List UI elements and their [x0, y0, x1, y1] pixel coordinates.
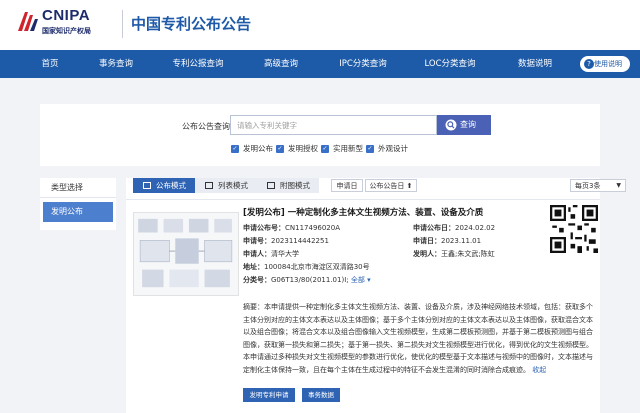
tab-label: 列表模式	[218, 181, 248, 190]
field-value: 2023.11.01	[441, 237, 482, 245]
checkbox-checked-icon: ✓	[321, 145, 329, 153]
search-panel: 公布公告查询 查询 ✓ 发明公布 ✓ 发明授权 ✓ 实用新型 ✓ 外观设计	[40, 104, 600, 166]
result-abstract: 摘要：本申请提供一种定制化多主体文生视频方法、装置、设备及介质，涉及神经网络技术…	[243, 301, 599, 376]
chevron-down-icon: ▼	[616, 182, 621, 189]
field-label: 申请号：	[243, 237, 271, 245]
address: 地址：100084北京市海淀区双清路30号	[243, 262, 370, 272]
chevron-down-icon: ▾	[364, 276, 371, 284]
grid-icon	[143, 182, 151, 189]
field-label: 地址：	[243, 263, 264, 271]
tab-label: 公布模式	[156, 181, 186, 190]
filter-invention-grant[interactable]: ✓ 发明授权	[276, 143, 318, 155]
filter-label: 实用新型	[333, 144, 363, 153]
field-label: 申请公布日：	[413, 224, 455, 232]
sort-publication-date[interactable]: 公布公告日 ⬆	[365, 179, 417, 192]
list-icon	[205, 182, 213, 189]
help-label: 使用说明	[594, 60, 622, 68]
per-page-select[interactable]: 每页3条 ▼	[570, 179, 626, 192]
tab-list-view[interactable]: 列表模式	[195, 178, 257, 193]
filter-label: 发明授权	[288, 144, 318, 153]
field-value: 王鑫;朱文武;陈虹	[441, 250, 495, 258]
applicant: 申请人：清华大学	[243, 249, 299, 259]
nav-item-advanced[interactable]: 高级查询	[253, 50, 309, 78]
inventor: 发明人：王鑫;朱文武;陈虹	[413, 249, 495, 259]
search-button[interactable]: 查询	[437, 115, 491, 135]
cnipa-logo-icon	[18, 12, 38, 31]
search-input[interactable]	[230, 115, 437, 135]
image-icon	[267, 182, 275, 189]
site-header: CNIPA 国家知识产权局 中国专利公布公告	[0, 0, 640, 50]
tab-drawing-view[interactable]: 附图模式	[257, 178, 319, 193]
logo-subtext: 国家知识产权局	[42, 27, 91, 35]
results-panel: 公布模式 列表模式 附图模式 申请日 公布公告日 ⬆ 每页3条 ▼ [发明公布]…	[126, 178, 626, 413]
field-label: 申请公布号：	[243, 224, 285, 232]
site-title: 中国专利公布公告	[131, 15, 252, 33]
sidebar-heading: 类型选择	[40, 178, 116, 198]
application-number: 申请号：2023114442251	[243, 236, 329, 246]
nav-item-loc[interactable]: LOC分类查询	[416, 50, 484, 78]
abstract-text: 摘要：本申请提供一种定制化多主体文生视频方法、装置、设备及介质，涉及神经网络技术…	[243, 303, 593, 374]
qr-code-icon	[550, 205, 598, 253]
nav-item-data-desc[interactable]: 数据说明	[507, 50, 563, 78]
field-label: 分类号：	[243, 276, 271, 284]
filter-design[interactable]: ✓ 外观设计	[366, 143, 408, 155]
tab-publication-view[interactable]: 公布模式	[133, 178, 195, 193]
sort-label: 公布公告日	[369, 182, 405, 190]
nav-item-affairs[interactable]: 事务查询	[88, 50, 144, 78]
checkbox-checked-icon: ✓	[231, 145, 239, 153]
nav-item-gazette[interactable]: 专利公报查询	[163, 50, 233, 78]
nav-item-ipc[interactable]: IPC分类查询	[330, 50, 396, 78]
checkbox-checked-icon: ✓	[276, 145, 284, 153]
checkbox-checked-icon: ✓	[366, 145, 374, 153]
field-label: 申请日：	[413, 237, 441, 245]
logo-divider	[122, 10, 123, 38]
filter-label: 外观设计	[378, 144, 408, 153]
filter-utility-model[interactable]: ✓ 实用新型	[321, 143, 363, 155]
field-value: 100084北京市海淀区双清路30号	[264, 263, 370, 271]
show-all-link[interactable]: 全部	[351, 276, 365, 284]
search-icon	[445, 119, 457, 131]
results-toolbar: 公布模式 列表模式 附图模式 申请日 公布公告日 ⬆ 每页3条 ▼	[126, 178, 626, 194]
publication-number: 申请公布号：CN117496020A	[243, 223, 340, 233]
help-icon: ?	[584, 59, 594, 69]
type-sidebar: 类型选择 发明公布	[40, 178, 116, 230]
tab-label: 附图模式	[280, 181, 310, 190]
search-label: 公布公告查询	[182, 122, 230, 131]
collapse-link[interactable]: 收起	[532, 366, 546, 374]
result-title[interactable]: [发明公布] 一种定制化多主体文生视频方法、装置、设备及介质	[243, 206, 483, 218]
filter-label: 发明公布	[243, 144, 273, 153]
logo-text: CNIPA	[42, 7, 91, 24]
publication-date: 申请公布日：2024.02.02	[413, 223, 495, 233]
classification: 分类号：G06T13/80(2011.01)I; 全部 ▾	[243, 275, 371, 285]
search-button-label: 查询	[460, 120, 476, 129]
per-page-value: 每页3条	[575, 182, 601, 190]
result-item: [发明公布] 一种定制化多主体文生视频方法、装置、设备及介质 申请公布号：CN1…	[126, 199, 600, 413]
field-value: 清华大学	[271, 250, 299, 258]
field-value: 2023114442251	[271, 237, 329, 245]
invention-application-button[interactable]: 发明专利申请	[243, 388, 295, 402]
field-value: 2024.02.02	[455, 224, 496, 232]
sort-application-date[interactable]: 申请日	[331, 179, 363, 192]
sidebar-item-invention-publication[interactable]: 发明公布	[43, 202, 113, 222]
sort-up-icon: ⬆	[406, 182, 413, 190]
help-button[interactable]: ? 使用说明	[580, 56, 630, 72]
field-value: G06T13/80(2011.01)I;	[271, 276, 349, 284]
field-label: 发明人：	[413, 250, 441, 258]
filter-invention-publication[interactable]: ✓ 发明公布	[231, 143, 273, 155]
patent-drawing-thumbnail[interactable]	[133, 212, 239, 296]
main-nav: 首页 事务查询 专利公报查询 高级查询 IPC分类查询 LOC分类查询 数据说明…	[0, 50, 640, 78]
application-date: 申请日：2023.11.01	[413, 236, 481, 246]
field-value: CN117496020A	[285, 224, 340, 232]
affairs-data-button[interactable]: 事务数据	[302, 388, 340, 402]
nav-item-home[interactable]: 首页	[30, 50, 70, 78]
field-label: 申请人：	[243, 250, 271, 258]
